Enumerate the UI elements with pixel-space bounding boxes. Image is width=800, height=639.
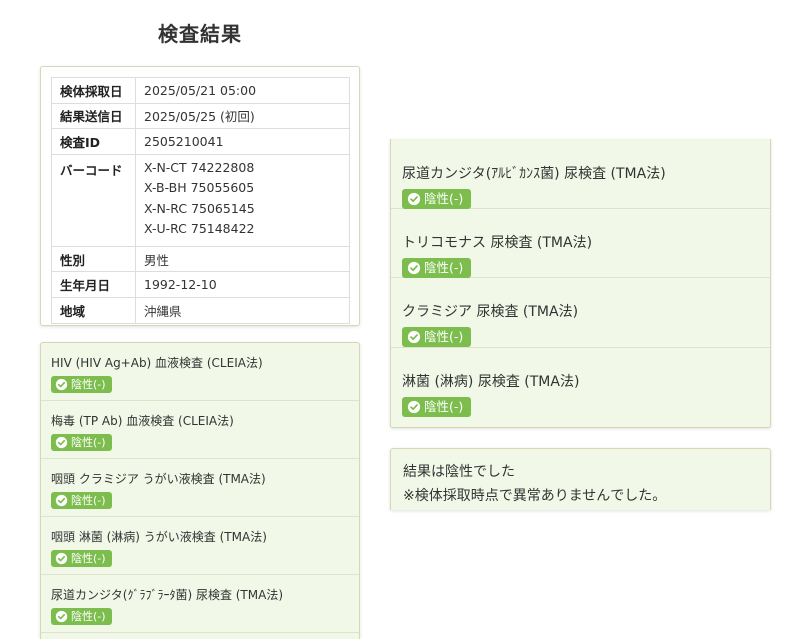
info-value: 沖縄県: [135, 296, 350, 324]
test-name: 咽頭 クラミジア うがい液検査 (TMA法): [51, 472, 266, 486]
info-label: 地域: [51, 296, 136, 324]
test-name: 咽頭 淋菌 (淋病) うがい液検査 (TMA法): [51, 530, 267, 544]
check-circle-icon: [55, 436, 68, 449]
barcode-value: X-U-RC 75148422: [144, 221, 255, 237]
test-name: 尿道カンジタ(ｸﾞﾗﾌﾞﾗｰﾀ菌) 尿検査 (TMA法): [51, 588, 284, 602]
check-circle-icon: [407, 261, 421, 274]
test-name: 梅毒 (TP Ab) 血液検査 (CLEIA法): [51, 414, 234, 428]
check-circle-icon: [55, 494, 68, 507]
test-name: HIV (HIV Ag+Ab) 血液検査 (CLEIA法): [51, 356, 263, 370]
info-label: 結果送信日: [51, 102, 136, 130]
test-name: 淋菌 (淋病) 尿検査 (TMA法): [402, 373, 580, 390]
summary-note-text: ※検体採取時点で異常ありませんでした。: [403, 488, 667, 504]
info-label: 検査ID: [51, 128, 136, 155]
info-row-sex: 性別 男性: [51, 245, 350, 273]
patient-info-table: 検体採取日 2025/05/21 05:00 結果送信日 2025/05/25 …: [51, 77, 350, 324]
info-label: 性別: [51, 245, 136, 273]
check-circle-icon: [55, 552, 68, 565]
info-row-region: 地域 沖縄県: [51, 296, 350, 324]
barcode-value: X-B-BH 75055605: [144, 180, 255, 196]
check-circle-icon: [55, 610, 68, 623]
test-result-item: 尿道カンジタ(ｸﾞﾗﾌﾞﾗｰﾀ菌) 尿検査 (TMA法) 陰性(-): [41, 575, 359, 633]
info-label: バーコード: [51, 153, 136, 247]
result-label: 陰性(-): [71, 551, 106, 565]
test-name: クラミジア 尿検査 (TMA法): [402, 304, 579, 320]
info-row-sent-date: 結果送信日 2025/05/25 (初回): [51, 102, 350, 130]
test-result-item: 梅毒 (TP Ab) 血液検査 (CLEIA法) 陰性(-): [41, 401, 359, 459]
test-name: トリコモナス 尿検査 (TMA法): [402, 234, 593, 251]
info-label: 検体採取日: [51, 77, 136, 104]
summary-card: 結果は陰性でした ※検体採取時点で異常ありませんでした。: [390, 448, 771, 510]
negative-badge: 陰性(-): [402, 327, 472, 347]
test-result-item: 尿道カンジタ(ｱﾙﾋﾞｶﾝｽ菌) 尿検査 (TMA法) 陰性(-): [391, 139, 770, 209]
info-row-test-id: 検査ID 2505210041: [51, 128, 350, 155]
check-circle-icon: [407, 400, 421, 413]
result-label: 陰性(-): [71, 435, 106, 449]
results-card-right: 尿道カンジタ(ｱﾙﾋﾞｶﾝｽ菌) 尿検査 (TMA法) 陰性(-) トリコモナス…: [390, 139, 771, 428]
barcode-value: X-N-CT 74222808: [144, 159, 255, 175]
check-circle-icon: [407, 330, 421, 344]
test-result-item: 咽頭 クラミジア うがい液検査 (TMA法) 陰性(-): [41, 459, 359, 517]
result-label: 陰性(-): [71, 609, 106, 623]
test-result-item: HIV (HIV Ag+Ab) 血液検査 (CLEIA法) 陰性(-): [41, 343, 359, 401]
result-label: 陰性(-): [424, 398, 464, 414]
negative-badge: 陰性(-): [51, 376, 112, 393]
negative-badge: 陰性(-): [51, 608, 112, 625]
result-label: 陰性(-): [424, 259, 464, 275]
result-label: 陰性(-): [424, 329, 464, 344]
info-label: 生年月日: [51, 271, 136, 298]
negative-badge: 陰性(-): [402, 189, 472, 209]
info-value: 男性: [135, 245, 350, 273]
page-title: 検査結果: [158, 22, 242, 46]
result-label: 陰性(-): [424, 191, 464, 206]
test-result-item: クラミジア 尿検査 (TMA法) 陰性(-): [391, 278, 770, 348]
test-result-item: 淋菌 (淋病) 尿検査 (TMA法) 陰性(-): [391, 348, 770, 418]
test-result-item: トリコモナス 尿検査 (TMA法) 陰性(-): [391, 209, 770, 278]
negative-badge: 陰性(-): [51, 492, 112, 509]
patient-info-card: 検体採取日 2025/05/21 05:00 結果送信日 2025/05/25 …: [40, 66, 360, 326]
negative-badge: 陰性(-): [402, 396, 472, 417]
check-circle-icon: [407, 192, 421, 206]
info-row-barcode: バーコード X-N-CT 74222808 X-B-BH 75055605 X-…: [51, 153, 350, 247]
negative-badge: 陰性(-): [402, 257, 472, 278]
test-name: 尿道カンジタ(ｱﾙﾋﾞｶﾝｽ菌) 尿検査 (TMA法): [402, 166, 666, 182]
check-circle-icon: [55, 378, 68, 391]
results-card-left: HIV (HIV Ag+Ab) 血液検査 (CLEIA法) 陰性(-) 梅毒 (…: [40, 342, 360, 639]
info-value: 2505210041: [135, 128, 350, 155]
negative-badge: 陰性(-): [51, 550, 112, 567]
result-label: 陰性(-): [71, 377, 106, 391]
negative-badge: 陰性(-): [51, 434, 112, 451]
info-value: 1992-12-10: [135, 271, 350, 298]
barcode-value: X-N-RC 75065145: [144, 200, 255, 216]
barcode-list: X-N-CT 74222808 X-B-BH 75055605 X-N-RC 7…: [135, 153, 350, 247]
result-label: 陰性(-): [71, 493, 106, 507]
summary-result-text: 結果は陰性でした: [403, 464, 515, 480]
info-row-collection-date: 検体採取日 2025/05/21 05:00: [51, 77, 350, 104]
info-value: 2025/05/25 (初回): [135, 102, 350, 130]
info-value: 2025/05/21 05:00: [135, 77, 350, 104]
info-row-birthdate: 生年月日 1992-12-10: [51, 271, 350, 298]
test-result-item: 咽頭 淋菌 (淋病) うがい液検査 (TMA法) 陰性(-): [41, 517, 359, 575]
